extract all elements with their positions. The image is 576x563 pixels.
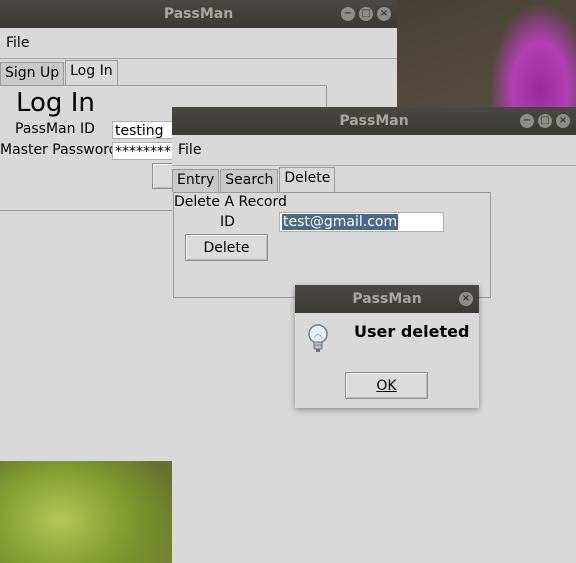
ok-button-label: OK [376, 377, 397, 394]
tab-delete[interactable]: Delete [279, 167, 336, 192]
menu-bar: File [0, 28, 397, 59]
record-id-field[interactable]: test@gmail.com [279, 212, 444, 232]
tab-bar: Entry Search Delete [172, 167, 576, 192]
minimize-icon[interactable]: − [520, 114, 534, 128]
tab-search[interactable]: Search [220, 169, 279, 192]
close-icon[interactable]: × [556, 114, 570, 128]
dialog-titlebar[interactable]: PassMan × [295, 285, 479, 313]
window-titlebar[interactable]: PassMan − □ × [172, 107, 576, 135]
master-password-label: Master Password [0, 142, 118, 158]
close-icon[interactable]: × [377, 7, 391, 21]
menu-bar: File [172, 135, 576, 166]
delete-button[interactable]: Delete [185, 234, 268, 261]
maximize-icon[interactable]: □ [538, 114, 552, 128]
passman-id-label: PassMan ID [15, 121, 95, 137]
window-title: PassMan [163, 6, 234, 22]
tab-entry[interactable]: Entry [172, 169, 220, 192]
selected-text: test@gmail.com [282, 214, 399, 230]
minimize-icon[interactable]: − [341, 7, 355, 21]
tab-log-in[interactable]: Log In [65, 60, 118, 85]
dialog-title: PassMan [352, 291, 422, 307]
login-button[interactable] [152, 163, 174, 189]
maximize-icon[interactable]: □ [359, 7, 373, 21]
id-label: ID [220, 214, 235, 230]
dialog-message: User deleted [354, 322, 470, 341]
login-heading: Log In [16, 88, 95, 118]
file-menu[interactable]: File [172, 142, 207, 158]
tab-sign-up[interactable]: Sign Up [0, 62, 65, 85]
passman-id-field[interactable]: testing [112, 121, 174, 139]
delete-record-heading: Delete A Record [174, 194, 287, 210]
window-title: PassMan [339, 113, 409, 129]
window-titlebar[interactable]: PassMan − □ × [0, 0, 397, 28]
lightbulb-info-icon [307, 323, 329, 355]
master-password-field[interactable]: ******** [112, 142, 174, 160]
close-icon[interactable]: × [459, 292, 473, 306]
tab-bar: Sign Up Log In [0, 60, 397, 85]
user-deleted-dialog: PassMan × User deleted OK [295, 285, 479, 408]
file-menu[interactable]: File [0, 35, 35, 51]
ok-button[interactable]: OK [345, 372, 428, 399]
